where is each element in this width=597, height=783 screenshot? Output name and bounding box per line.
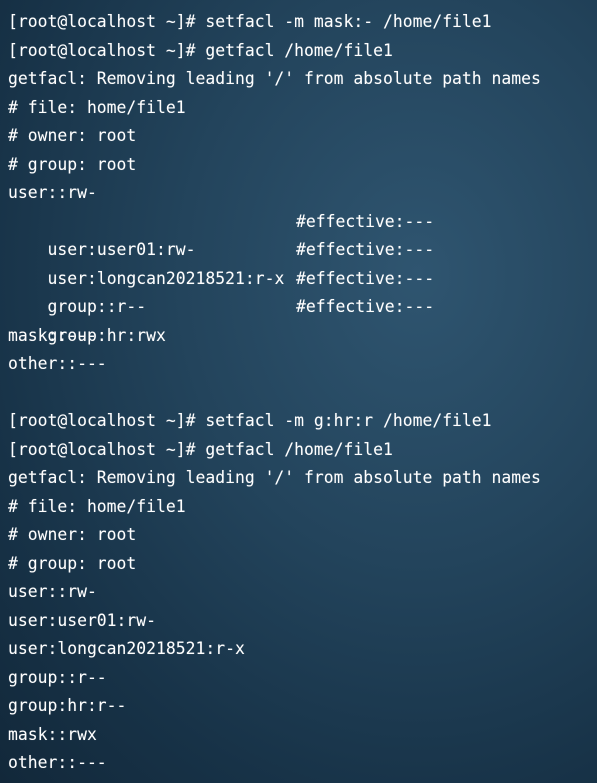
command-line: [root@localhost ~]# getfacl /home/file1 — [8, 436, 597, 465]
output-line: group:hr:r-- — [8, 692, 597, 721]
output-line: mask::rwx — [8, 721, 597, 750]
acl-entry: user:longcan20218521:r-x — [8, 639, 245, 658]
output-text: # group: root — [8, 154, 137, 174]
acl-entry-line: group::r-- #effective:--- — [8, 265, 597, 317]
output-line: getfacl: Removing leading '/' from absol… — [8, 65, 597, 94]
output-text: user::rw- — [8, 183, 97, 202]
output-text: # group: root — [8, 553, 137, 573]
acl-entry: group:hr:r-- — [8, 696, 127, 715]
acl-entry: user:user01:rw- — [8, 610, 157, 630]
output-text: mask::--- — [8, 325, 97, 345]
output-text: other::--- — [8, 354, 107, 373]
effective-permission: #effective:--- — [296, 268, 435, 288]
acl-entry: group::r-- — [8, 667, 107, 687]
output-line: # owner: root — [8, 521, 597, 550]
output-line: other::--- — [8, 749, 597, 778]
command-line: [root@localhost ~]# getfacl /home/file1 — [8, 37, 597, 66]
acl-entry-line: user:user01:rw- #effective:--- — [8, 208, 597, 260]
output-line: # file: home/file1 — [8, 493, 597, 522]
command-text: [root@localhost ~]# setfacl -m g:hr:r /h… — [8, 411, 492, 430]
output-line: # owner: root — [8, 122, 597, 151]
acl-entry-line: group:hr:rwx #effective:--- — [8, 293, 597, 345]
output-line: getfacl: Removing leading '/' from absol… — [8, 464, 597, 493]
command-line: [root@localhost ~]# setfacl -m g:hr:r /h… — [8, 407, 597, 436]
output-text: # owner: root — [8, 126, 137, 145]
effective-permission: #effective:--- — [296, 240, 435, 259]
output-line: # group: root — [8, 550, 597, 579]
acl-entry-line: user:longcan20218521:r-x #effective:--- — [8, 236, 597, 288]
output-line: user:longcan20218521:r-x — [8, 635, 597, 664]
output-text: mask::rwx — [8, 724, 97, 744]
command-text: [root@localhost ~]# getfacl /home/file1 — [8, 439, 393, 459]
command-text: [root@localhost ~]# setfacl -m mask:- /h… — [8, 12, 492, 31]
terminal-output[interactable]: [root@localhost ~]# setfacl -m mask:- /h… — [0, 0, 597, 783]
output-text: user::rw- — [8, 582, 97, 601]
command-line: [root@localhost ~]# setfacl -m mask:- /h… — [8, 8, 597, 37]
output-text: # file: home/file1 — [8, 496, 186, 516]
command-text: [root@localhost ~]# getfacl /home/file1 — [8, 40, 393, 60]
output-text: getfacl: Removing leading '/' from absol… — [8, 69, 541, 88]
output-text: other::--- — [8, 753, 107, 772]
output-line: # group: root — [8, 151, 597, 180]
output-line: mask::--- — [8, 322, 597, 351]
output-text: # owner: root — [8, 525, 137, 544]
output-line: other::--- — [8, 350, 597, 379]
output-line: user::rw- — [8, 578, 597, 607]
output-line: group::r-- — [8, 664, 597, 693]
output-line: user:user01:rw- — [8, 607, 597, 636]
output-line: user::rw- — [8, 179, 597, 208]
output-line: # file: home/file1 — [8, 94, 597, 123]
output-text: getfacl: Removing leading '/' from absol… — [8, 468, 541, 487]
output-text: # file: home/file1 — [8, 97, 186, 117]
effective-permission: #effective:--- — [296, 211, 435, 231]
effective-permission: #effective:--- — [296, 297, 435, 316]
